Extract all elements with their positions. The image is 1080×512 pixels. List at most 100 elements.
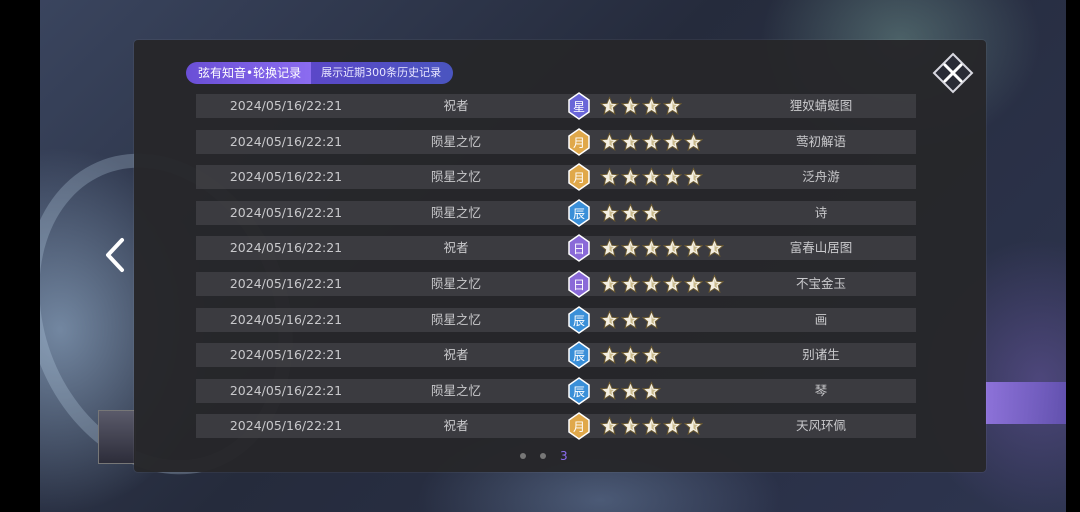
record-type: 祝者 [443, 347, 469, 363]
star-rating [600, 343, 661, 367]
rarity-badge-icon: 星 [568, 92, 590, 120]
record-type: 陨星之忆 [430, 204, 481, 220]
record-row: 2024/05/16/22:21 陨星之忆 月 莺初解语 [196, 127, 916, 156]
star-rating [600, 272, 724, 296]
record-type: 陨星之忆 [430, 169, 481, 185]
record-item-name: 画 [814, 311, 828, 327]
rarity-badge-icon: 辰 [568, 198, 590, 227]
record-time: 2024/05/16/22:21 [229, 382, 343, 398]
record-item-name: 天风环佩 [795, 418, 846, 434]
record-list: 2024/05/16/22:21 祝者星狸奴蜻蜓图 2024/05/16/22:21… [196, 92, 916, 441]
star-icon [600, 309, 619, 329]
record-time: 2024/05/16/22:21 [229, 347, 343, 363]
rarity-badge-label: 星 [573, 100, 585, 114]
pagination: 3 [520, 448, 600, 464]
record-row: 2024/05/16/22:21 祝者 星 狸奴蜻蜓图 [196, 92, 916, 120]
record-type: 陨星之忆 [430, 275, 481, 291]
rarity-badge-label: 月 [573, 420, 585, 434]
record-time: 2024/05/16/22:21 [229, 275, 343, 291]
rarity-badge-icon: 辰 [568, 305, 590, 334]
record-type: 祝者 [443, 98, 469, 113]
page-dot-2[interactable] [540, 453, 546, 459]
record-row: 2024/05/16/22:21 陨星之忆 辰 画 [196, 305, 916, 334]
rarity-badge-icon: 辰 [568, 341, 590, 370]
star-icon [642, 96, 661, 116]
page-dot-1[interactable] [520, 453, 526, 459]
star-icon [663, 167, 682, 187]
close-icon [932, 52, 974, 94]
star-icon [600, 274, 619, 293]
star-icon [600, 131, 619, 151]
rarity-badge-icon: 日 [568, 270, 590, 298]
record-time: 2024/05/16/22:21 [229, 98, 343, 113]
star-rating [600, 236, 724, 260]
star-icon [621, 380, 640, 400]
star-icon [663, 238, 682, 258]
background-thumbnail [98, 410, 136, 464]
star-rating [600, 130, 703, 154]
record-time: 2024/05/16/22:21 [229, 240, 343, 256]
star-icon [600, 167, 619, 187]
star-icon [642, 345, 661, 365]
star-icon [600, 203, 619, 222]
left-letterbox [0, 0, 40, 512]
record-row: 2024/05/16/22:21 祝者 日 富春山居图 [196, 234, 916, 263]
rarity-badge-icon: 日 [568, 234, 590, 263]
rarity-badge-icon: 月 [568, 412, 590, 441]
record-type: 陨星之忆 [430, 133, 481, 149]
record-time: 2024/05/16/22:21 [229, 311, 343, 327]
record-item-name: 泛舟游 [802, 169, 840, 185]
star-icon [621, 345, 640, 365]
record-item-name: 莺初解语 [795, 133, 846, 149]
record-time: 2024/05/16/22:21 [229, 418, 343, 434]
record-item-name: 不宝金玉 [795, 275, 846, 291]
rarity-badge-label: 辰 [573, 385, 585, 399]
record-row: 2024/05/16/22:21 陨星之忆 辰 琴 [196, 376, 916, 405]
current-page[interactable]: 3 [560, 449, 568, 463]
star-icon [642, 309, 661, 329]
record-type: 祝者 [443, 240, 469, 256]
star-icon [600, 238, 619, 258]
record-item-name: 别诸生 [802, 347, 840, 363]
star-icon [663, 131, 682, 151]
star-icon [642, 203, 661, 222]
star-icon [621, 131, 640, 151]
back-arrow-icon[interactable] [102, 236, 128, 274]
star-rating [600, 308, 661, 332]
star-icon [621, 416, 640, 436]
star-rating [600, 201, 661, 225]
star-rating [600, 379, 661, 403]
star-icon [684, 274, 703, 293]
record-type: 陨星之忆 [430, 311, 481, 327]
record-time: 2024/05/16/22:21 [229, 169, 343, 185]
star-icon [642, 416, 661, 436]
star-icon [684, 131, 703, 151]
rarity-badge-label: 辰 [573, 314, 585, 328]
star-icon [621, 167, 640, 187]
star-icon [684, 167, 703, 187]
record-type: 陨星之忆 [430, 382, 481, 398]
record-row: 2024/05/16/22:21 陨星之忆 日 不宝金玉 [196, 270, 916, 298]
title-main: 弦有知音•轮换记录 [186, 62, 312, 84]
rarity-badge-label: 月 [573, 136, 585, 150]
record-item-name: 狸奴蜻蜓图 [789, 98, 853, 113]
rarity-badge-label: 辰 [573, 349, 585, 363]
record-row: 2024/05/16/22:21 陨星之忆 辰 诗 [196, 198, 916, 227]
record-time: 2024/05/16/22:21 [229, 133, 343, 149]
star-icon [600, 416, 619, 436]
star-icon [663, 96, 682, 116]
rarity-badge-icon: 月 [568, 163, 590, 192]
close-button[interactable] [932, 52, 974, 94]
record-item-name: 诗 [814, 204, 828, 220]
record-row: 2024/05/16/22:21 陨星之忆 月 泛舟游 [196, 163, 916, 192]
rarity-badge-label: 辰 [573, 207, 585, 221]
record-item-name: 富春山居图 [789, 240, 853, 256]
star-icon [642, 131, 661, 151]
rarity-badge-label: 月 [573, 171, 585, 185]
rarity-badge-icon: 月 [568, 127, 590, 156]
star-icon [684, 238, 703, 258]
right-letterbox [1066, 0, 1080, 512]
star-icon [621, 203, 640, 222]
record-type: 祝者 [443, 418, 469, 434]
rarity-badge-label: 日 [573, 242, 585, 256]
